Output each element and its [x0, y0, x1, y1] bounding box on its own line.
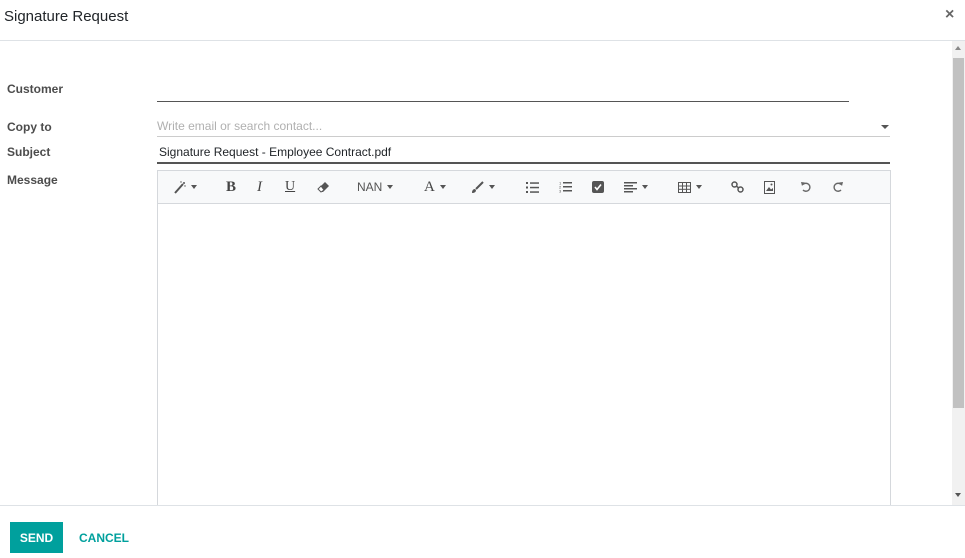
- bullet-list-button[interactable]: [526, 178, 539, 196]
- customer-input[interactable]: [157, 81, 849, 102]
- redo-icon: [833, 182, 843, 192]
- table-icon: [678, 181, 691, 193]
- font-size-dropdown[interactable]: NAN: [357, 178, 394, 196]
- align-left-icon: [624, 181, 637, 192]
- dialog-body: Customer Copy to Write email or search c…: [0, 41, 952, 505]
- remove-format-button[interactable]: [317, 178, 331, 196]
- close-icon[interactable]: ×: [945, 6, 954, 24]
- editor-toolbar: B I U NAN A 123: [158, 171, 890, 204]
- redo-button[interactable]: [832, 178, 844, 196]
- highlight-color-dropdown[interactable]: [471, 178, 495, 196]
- underline-button[interactable]: U: [285, 178, 295, 196]
- dialog-header: Signature Request ×: [0, 0, 965, 41]
- image-button[interactable]: [764, 178, 775, 196]
- numbered-list-button[interactable]: 123: [559, 178, 572, 196]
- dialog-title: Signature Request: [4, 8, 129, 25]
- undo-icon: [801, 182, 811, 192]
- customer-label: Customer: [7, 82, 64, 96]
- magic-wand-icon: [174, 180, 186, 194]
- message-label: Message: [7, 173, 58, 187]
- svg-text:3: 3: [559, 189, 562, 194]
- scroll-down-arrow-icon[interactable]: [955, 493, 961, 497]
- eraser-icon: [317, 182, 329, 193]
- bold-button[interactable]: B: [226, 178, 236, 196]
- undo-button[interactable]: [800, 178, 812, 196]
- italic-button[interactable]: I: [257, 178, 262, 196]
- send-button[interactable]: SEND: [10, 522, 63, 553]
- unordered-list-icon: [526, 181, 539, 193]
- copy-to-input[interactable]: Write email or search contact...: [157, 118, 890, 137]
- scroll-up-arrow-icon[interactable]: [955, 46, 961, 50]
- subject-input[interactable]: Signature Request - Employee Contract.pd…: [157, 143, 890, 164]
- subject-label: Subject: [7, 145, 51, 159]
- font-color-icon: A: [424, 178, 435, 195]
- link-icon: [731, 181, 744, 193]
- font-size-value: NAN: [357, 180, 383, 194]
- checkbox-icon: [592, 181, 604, 193]
- font-color-dropdown[interactable]: A: [424, 178, 446, 196]
- style-button[interactable]: [173, 178, 197, 196]
- message-editor[interactable]: B I U NAN A 123: [157, 170, 891, 505]
- checklist-button[interactable]: [592, 178, 604, 196]
- align-dropdown[interactable]: [624, 178, 648, 196]
- scrollbar[interactable]: [952, 41, 965, 505]
- ordered-list-icon: 123: [559, 181, 572, 193]
- scrollbar-thumb[interactable]: [953, 58, 964, 408]
- copy-to-label: Copy to: [7, 120, 52, 134]
- image-icon: [764, 180, 775, 194]
- table-dropdown[interactable]: [678, 178, 702, 196]
- dialog-footer: SEND CANCEL: [0, 505, 965, 558]
- message-content[interactable]: [158, 205, 890, 505]
- link-button[interactable]: [731, 178, 744, 196]
- paintbrush-icon: [472, 180, 484, 193]
- copy-to-dropdown-icon[interactable]: [881, 125, 889, 129]
- cancel-button[interactable]: CANCEL: [73, 522, 135, 553]
